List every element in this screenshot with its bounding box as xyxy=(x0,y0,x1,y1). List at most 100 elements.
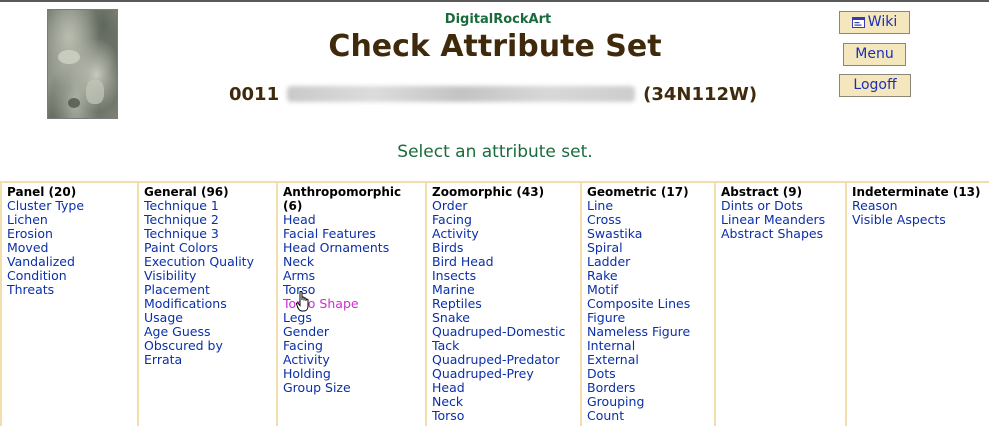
column-header: Abstract (9) xyxy=(721,185,803,199)
attribute-link[interactable]: Tack xyxy=(432,339,580,353)
attribute-link[interactable]: Bird Head xyxy=(432,255,580,269)
attribute-link[interactable]: Reptiles xyxy=(432,297,580,311)
column-header: Geometric (17) xyxy=(587,185,689,199)
rock-art-thumbnail xyxy=(47,9,118,119)
attribute-link[interactable]: Quadruped-Predator xyxy=(432,353,580,367)
redacted-site-name xyxy=(287,86,636,102)
column-panel: Panel (20) Cluster Type Lichen Erosion Move… xyxy=(0,183,137,426)
attribute-link[interactable]: Borders xyxy=(587,381,714,395)
attribute-link[interactable]: Cluster Type xyxy=(7,199,137,213)
column-geometric: Geometric (17) Line Cross Swastika Spiral La… xyxy=(580,183,714,426)
attribute-link[interactable]: Quadruped-Domestic xyxy=(432,325,580,339)
attribute-link[interactable]: Quadruped-Prey xyxy=(432,367,580,381)
attribute-link[interactable]: Head Ornaments xyxy=(283,241,425,255)
attribute-link[interactable]: Group Size xyxy=(283,381,425,395)
attribute-link[interactable]: Nameless Figure xyxy=(587,325,714,339)
attribute-link[interactable]: Snake xyxy=(432,311,580,325)
attribute-link[interactable]: Threats xyxy=(7,283,137,297)
site-coordinates: (34N112W) xyxy=(643,83,758,105)
menu-button[interactable]: Menu xyxy=(843,43,906,66)
attribute-link[interactable]: Holding xyxy=(283,367,425,381)
attribute-link[interactable]: Cross xyxy=(587,213,714,227)
attribute-link[interactable]: Head xyxy=(432,381,580,395)
attribute-link[interactable]: Rake xyxy=(587,269,714,283)
column-abstract: Abstract (9) Dints or Dots Linear Meander… xyxy=(714,183,845,426)
attribute-link[interactable]: Visible Aspects xyxy=(852,213,989,227)
attribute-link[interactable]: Visibility xyxy=(144,269,276,283)
attribute-link[interactable]: Spiral xyxy=(587,241,714,255)
attribute-link[interactable]: Paint Colors xyxy=(144,241,276,255)
attribute-link[interactable]: Technique 2 xyxy=(144,213,276,227)
attribute-link[interactable]: Usage xyxy=(144,311,276,325)
attribute-link[interactable]: Modifications xyxy=(144,297,276,311)
attribute-link[interactable]: Dints or Dots xyxy=(721,199,845,213)
attribute-link[interactable]: Marine xyxy=(432,283,580,297)
column-indeterminate: Indeterminate (13) Reason Visible Aspects xyxy=(845,183,989,426)
attribute-link[interactable]: Torso Shape xyxy=(283,297,425,311)
attribute-link[interactable]: Insects xyxy=(432,269,580,283)
attribute-link[interactable]: Neck xyxy=(432,395,580,409)
wiki-icon xyxy=(851,17,865,28)
attribute-link[interactable]: Torso xyxy=(283,283,425,297)
attribute-link[interactable]: Torso xyxy=(432,409,580,423)
attribute-link[interactable]: Age Guess xyxy=(144,325,276,339)
attribute-link[interactable]: Activity xyxy=(432,227,580,241)
attribute-link[interactable]: Erosion xyxy=(7,227,137,241)
attribute-link[interactable]: Linear Meanders xyxy=(721,213,845,227)
column-header: General (96) xyxy=(144,185,229,199)
attribute-link[interactable]: Reason xyxy=(852,199,989,213)
attribute-link[interactable]: Arms xyxy=(283,269,425,283)
column-general: General (96) Technique 1 Technique 2 Techn… xyxy=(137,183,276,426)
attribute-link[interactable]: Motif xyxy=(587,283,714,297)
column-header: Indeterminate (13) xyxy=(852,185,981,199)
attribute-link[interactable]: Composite Lines xyxy=(587,297,714,311)
general-links: Technique 1 Technique 2 Technique 3 Paint C… xyxy=(144,199,276,367)
column-header: Anthropomorphic (6) xyxy=(283,185,402,213)
attribute-link[interactable]: Head xyxy=(283,213,425,227)
attribute-link[interactable]: Figure xyxy=(587,311,714,325)
column-header: Zoomorphic (43) xyxy=(432,185,545,199)
attribute-link[interactable]: Execution Quality xyxy=(144,255,276,269)
attribute-link[interactable]: Neck xyxy=(283,255,425,269)
page-title: Check Attribute Set xyxy=(328,29,662,64)
attribute-link[interactable]: Vandalized xyxy=(7,255,137,269)
site-identifier: 0011 (34N112W) xyxy=(229,82,757,106)
attribute-link[interactable]: Internal xyxy=(587,339,714,353)
select-prompt: Select an attribute set. xyxy=(397,142,593,162)
anthropomorphic-links: Head Facial Features Head Ornaments Neck Arm… xyxy=(283,213,425,395)
wiki-button[interactable]: Wiki xyxy=(839,11,910,34)
attribute-link[interactable]: Condition xyxy=(7,269,137,283)
attribute-link[interactable]: Obscured by xyxy=(144,339,276,353)
logoff-button[interactable]: Logoff xyxy=(839,74,911,97)
attribute-link[interactable]: Placement xyxy=(144,283,276,297)
attribute-link[interactable]: Count xyxy=(587,409,714,423)
indeterminate-links: Reason Visible Aspects xyxy=(852,199,989,227)
attribute-link[interactable]: Order xyxy=(432,199,580,213)
attribute-link[interactable]: Abstract Shapes xyxy=(721,227,845,241)
attribute-link[interactable]: Moved xyxy=(7,241,137,255)
attribute-link[interactable]: External xyxy=(587,353,714,367)
site-code: 0011 xyxy=(229,83,280,105)
panel-links: Cluster Type Lichen Erosion Moved Vandalized… xyxy=(7,199,137,297)
attribute-link[interactable]: Facial Features xyxy=(283,227,425,241)
attribute-link[interactable]: Birds xyxy=(432,241,580,255)
attribute-link[interactable]: Swastika xyxy=(587,227,714,241)
geometric-links: Line Cross Swastika Spiral Ladder Rake Motif Co… xyxy=(587,199,714,423)
attribute-link[interactable]: Grouping xyxy=(587,395,714,409)
attribute-link[interactable]: Activity xyxy=(283,353,425,367)
attribute-link[interactable]: Legs xyxy=(283,311,425,325)
column-header: Panel (20) xyxy=(7,185,77,199)
attribute-link[interactable]: Technique 1 xyxy=(144,199,276,213)
attribute-link[interactable]: Dots xyxy=(587,367,714,381)
attribute-link[interactable]: Line xyxy=(587,199,714,213)
attribute-link[interactable]: Facing xyxy=(283,339,425,353)
attribute-link[interactable]: Ladder xyxy=(587,255,714,269)
column-anthropomorphic: Anthropomorphic (6) Head Facial Features H… xyxy=(276,183,425,426)
attribute-link[interactable]: Technique 3 xyxy=(144,227,276,241)
attribute-link[interactable]: Errata xyxy=(144,353,276,367)
top-border xyxy=(0,0,989,2)
wiki-label: Wiki xyxy=(867,14,898,30)
attribute-link[interactable]: Gender xyxy=(283,325,425,339)
attribute-link[interactable]: Lichen xyxy=(7,213,137,227)
attribute-link[interactable]: Facing xyxy=(432,213,580,227)
